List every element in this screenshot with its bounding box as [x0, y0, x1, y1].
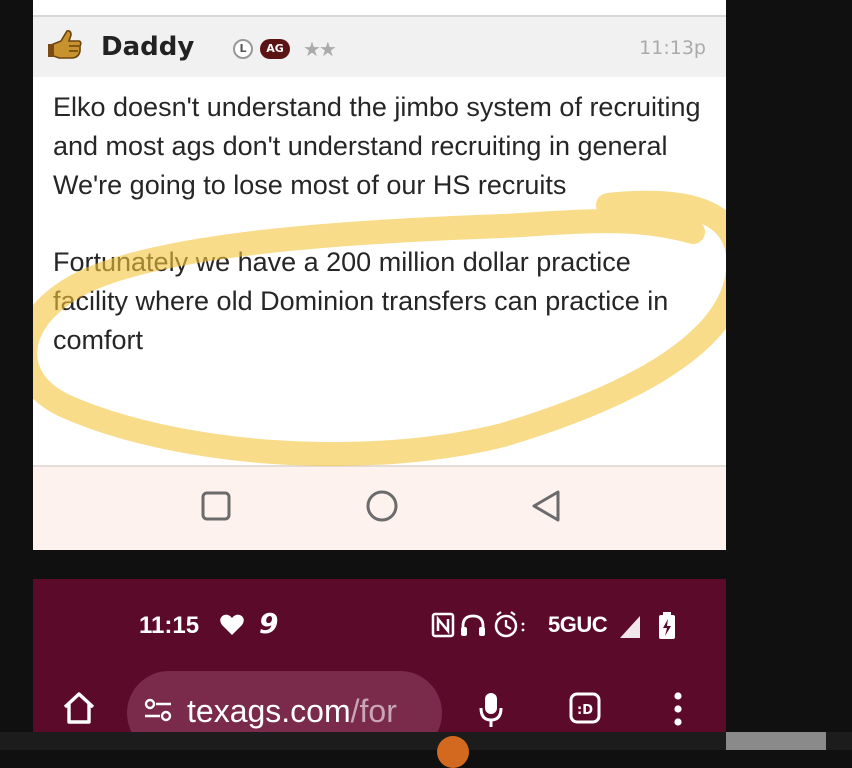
url-host: texags.com — [187, 693, 351, 729]
post-username[interactable]: Daddy — [101, 32, 194, 62]
browser-screenshot: 11:15 9 5GUC texags.com/for:D — [33, 579, 726, 750]
android-nav-bar — [33, 465, 726, 550]
post-body: Elko doesn't understand the jimbo system… — [53, 88, 713, 398]
thumbs-up-hand-icon[interactable] — [47, 27, 83, 63]
nine-icon: 9 — [259, 607, 279, 640]
headphones-icon — [461, 614, 485, 636]
microphone-icon[interactable] — [478, 691, 504, 729]
badge-l: L — [233, 39, 253, 59]
notification-dot[interactable] — [437, 736, 469, 768]
square-icon[interactable] — [201, 491, 231, 521]
home-icon[interactable] — [61, 691, 97, 725]
bottom-strip — [0, 732, 852, 750]
post-paragraph: Fortunately we have a 200 million dollar… — [53, 247, 669, 355]
signal-icon — [620, 616, 640, 638]
url-text[interactable]: texags.com/for — [187, 693, 397, 730]
circle-icon[interactable] — [365, 489, 399, 523]
forum-post-screenshot: Daddy L AG ★★ 11:13p Elko doesn't unders… — [33, 0, 726, 550]
status-icons-group — [431, 611, 525, 638]
post-header: Daddy L AG ★★ 11:13p — [33, 17, 726, 77]
url-path: /for — [350, 693, 397, 729]
status-time: 11:15 — [139, 612, 200, 639]
scrollbar-thumb[interactable] — [726, 732, 826, 750]
badge-ag: AG — [260, 39, 290, 59]
heart-icon — [220, 614, 244, 635]
alarm-icon — [494, 611, 518, 638]
post-timestamp: 11:13p — [639, 37, 706, 59]
svg-text::D: :D — [577, 703, 593, 718]
user-stars: ★★ — [303, 37, 337, 61]
tabs-switcher-icon[interactable]: :D — [568, 691, 602, 725]
post-paragraph: Elko doesn't understand the jimbo system… — [53, 92, 701, 200]
triangle-back-icon[interactable] — [530, 489, 562, 523]
overflow-menu-icon[interactable] — [673, 691, 683, 727]
nfc-icon — [431, 612, 455, 638]
network-label: 5GUC — [548, 612, 608, 637]
battery-icon — [659, 612, 675, 639]
tune-icon[interactable] — [143, 697, 173, 723]
